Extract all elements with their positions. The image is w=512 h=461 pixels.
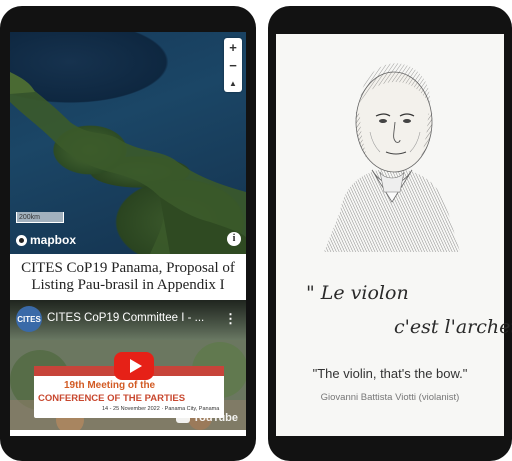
quote-attribution: Giovanni Battista Viotti (violanist): [320, 392, 460, 403]
english-quote: "The violin, that's the bow.": [312, 366, 468, 381]
banner-meeting-text: 19th Meeting of the: [64, 380, 156, 391]
channel-avatar[interactable]: CITES: [16, 306, 42, 332]
video-title[interactable]: CITES CoP19 Committee I - ...: [47, 312, 204, 324]
viotti-portrait-engraving: [324, 63, 460, 252]
youtube-label: YouTube: [192, 412, 238, 424]
youtube-icon: [175, 413, 190, 423]
map-scale-bar: 200km: [16, 212, 64, 223]
mapbox-icon: [16, 234, 27, 246]
play-button[interactable]: [114, 352, 154, 380]
play-icon: [129, 359, 142, 373]
map-info-button[interactable]: i: [227, 232, 241, 246]
card-title: CITES CoP19 Panama, Proposal of Listing …: [14, 260, 242, 294]
video-menu-icon[interactable]: ⋮: [224, 311, 237, 327]
zoom-controls: + − ▲: [224, 38, 242, 92]
french-quote-line1: " Le violon: [306, 282, 409, 304]
banner-conference-text: CONFERENCE OF THE PARTIES: [38, 393, 186, 404]
zoom-out-button[interactable]: −: [224, 56, 242, 74]
zoom-in-button[interactable]: +: [224, 38, 242, 56]
card-title-line1: CITES CoP19 Panama, Proposal of: [21, 260, 235, 276]
compass-button[interactable]: ▲: [224, 74, 242, 92]
left-screen: + − ▲ 200km mapbox i CITES CoP19 Panama,…: [10, 32, 246, 436]
left-phone-card: + − ▲ 200km mapbox i CITES CoP19 Panama,…: [0, 6, 256, 461]
right-phone-card: " Le violon c'est l'archet" "The violin,…: [268, 6, 512, 461]
french-quote-line2: c'est l'archet": [394, 316, 512, 338]
youtube-video-embed[interactable]: CITES CITES CoP19 Committee I - ... ⋮ 19…: [10, 300, 246, 430]
youtube-logo[interactable]: YouTube: [175, 412, 238, 424]
map-view[interactable]: + − ▲ 200km mapbox i: [10, 32, 246, 254]
mapbox-logo[interactable]: mapbox: [16, 233, 76, 247]
mapbox-label: mapbox: [30, 233, 77, 247]
card-title-line2: Listing Pau-brasil in Appendix I: [31, 277, 225, 293]
right-screen: " Le violon c'est l'archet" "The violin,…: [276, 34, 512, 436]
